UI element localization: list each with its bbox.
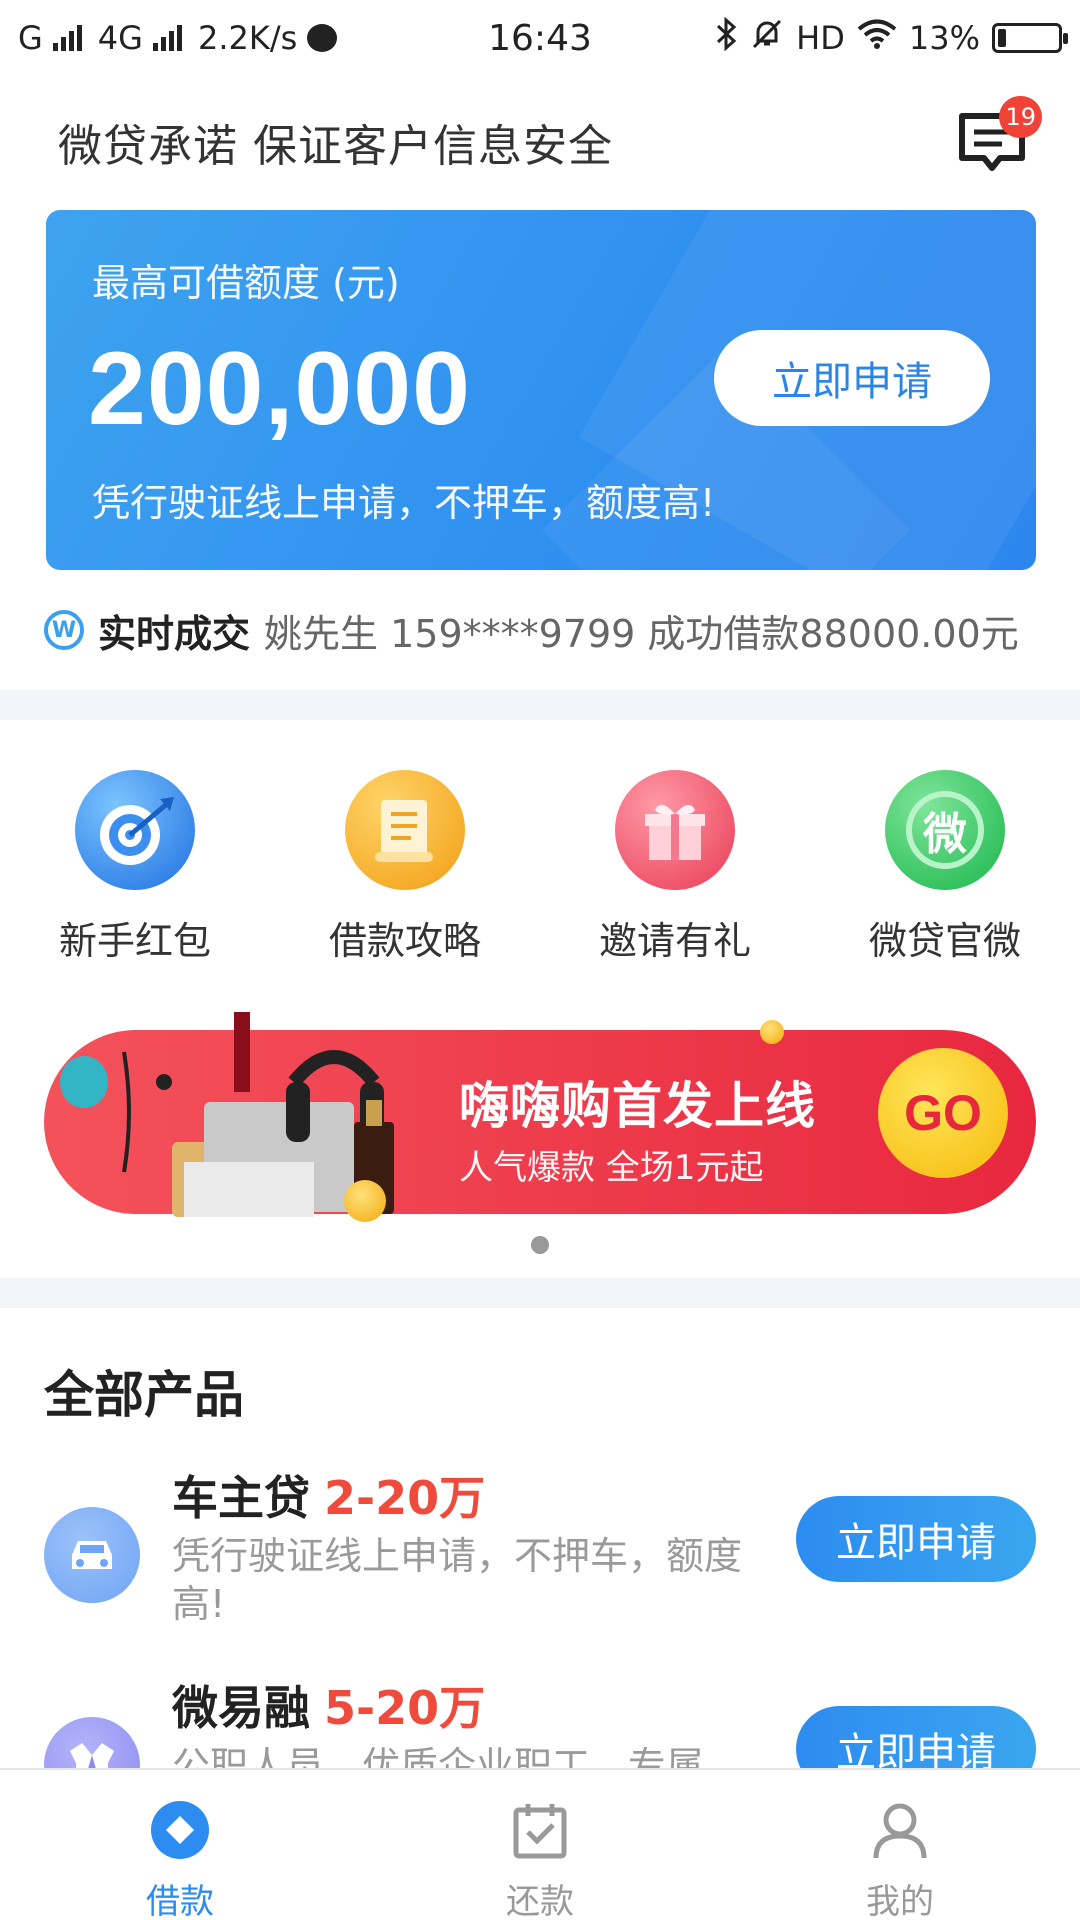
loan-icon xyxy=(148,1800,212,1860)
chat-notification-icon xyxy=(307,24,338,52)
wifi-icon xyxy=(857,18,897,58)
hd-label: HD xyxy=(796,19,845,57)
header: 微贷承诺 保证客户信息安全 19 xyxy=(0,92,1080,192)
apply-now-button[interactable]: 立即申请 xyxy=(714,330,990,426)
wechat-icon: 微 xyxy=(885,770,1005,890)
scroll-icon xyxy=(345,770,465,890)
quick-link-label: 借款攻略 xyxy=(328,919,481,963)
coin-decoration xyxy=(760,1020,784,1044)
target-icon xyxy=(75,770,195,890)
quick-link-official-weibo[interactable]: 微 微贷官微 xyxy=(810,770,1080,965)
tab-repay[interactable]: 还款 xyxy=(360,1770,720,1920)
bottom-tab-bar: 借款 还款 我的 xyxy=(0,1768,1080,1920)
section-divider xyxy=(0,690,1080,720)
bluetooth-icon xyxy=(716,16,738,59)
network-label: 4G xyxy=(97,19,143,57)
product-range: 5-20万 xyxy=(324,1681,486,1735)
battery-icon xyxy=(992,23,1068,53)
quick-link-label: 新手红包 xyxy=(58,919,211,963)
product-apply-button[interactable]: 立即申请 xyxy=(796,1496,1036,1582)
car-icon xyxy=(44,1507,140,1603)
quick-link-invite[interactable]: 邀请有礼 xyxy=(540,770,810,965)
coin-decoration xyxy=(344,1180,386,1222)
status-right: HD 13% xyxy=(642,16,1068,59)
quick-link-newbie-bonus[interactable]: 新手红包 xyxy=(0,770,270,965)
quick-link-label: 邀请有礼 xyxy=(598,919,751,963)
live-deals-ticker[interactable]: W 实时成交 姚先生 159****9799 成功借款88000.00元 xyxy=(44,600,1044,660)
ticker-text: 姚先生 159****9799 成功借款88000.00元 xyxy=(264,611,1019,656)
credit-limit-card: 最高可借额度 (元) 200,000 凭行驶证线上申请，不押车，额度高! 立即申… xyxy=(46,210,1036,570)
battery-percent: 13% xyxy=(908,19,980,57)
mute-bell-icon xyxy=(750,17,784,59)
status-left: G 4G 2.2K/s xyxy=(18,19,438,57)
user-icon xyxy=(868,1800,932,1860)
ticker-label: 实时成交 xyxy=(98,611,251,656)
carrier-label: G xyxy=(18,19,43,57)
tab-label: 还款 xyxy=(506,1882,574,1920)
tab-loan[interactable]: 借款 xyxy=(0,1770,360,1920)
promo-banner[interactable]: 嗨嗨购首发上线 人气爆款 全场1元起 GO xyxy=(44,1012,1036,1222)
brand-logo-icon: W xyxy=(44,610,84,650)
network-speed: 2.2K/s xyxy=(197,19,298,57)
tab-label: 借款 xyxy=(146,1882,214,1920)
quick-link-label: 微贷官微 xyxy=(868,919,1021,963)
carousel-indicator[interactable] xyxy=(531,1236,549,1254)
tab-label: 我的 xyxy=(866,1882,934,1920)
message-button[interactable]: 19 xyxy=(952,96,1042,182)
signal-icon-2 xyxy=(152,25,182,51)
message-badge: 19 xyxy=(999,96,1042,138)
product-description: 凭行驶证线上申请，不押车，额度高! xyxy=(172,1534,743,1626)
calendar-check-icon xyxy=(508,1800,572,1860)
page-title: 微贷承诺 保证客户信息安全 xyxy=(58,121,613,172)
product-item[interactable]: 车主贷 2-20万 凭行驶证线上申请，不押车，额度高! 立即申请 xyxy=(44,1462,1036,1662)
credit-limit-description: 凭行驶证线上申请，不押车，额度高! xyxy=(92,481,716,525)
clock: 16:43 xyxy=(488,17,592,59)
tab-mine[interactable]: 我的 xyxy=(720,1770,1080,1920)
section-divider xyxy=(0,1278,1080,1308)
products-section-title: 全部产品 xyxy=(44,1366,244,1424)
gift-icon xyxy=(615,770,735,890)
product-name-row: 车主贷 2-20万 xyxy=(172,1462,485,1528)
status-bar: G 4G 2.2K/s 16:43 HD 13% xyxy=(0,0,1080,76)
product-range: 2-20万 xyxy=(324,1471,486,1525)
product-name: 车主贷 xyxy=(172,1471,310,1525)
promo-subtitle: 人气爆款 全场1元起 xyxy=(459,1148,764,1188)
signal-icon xyxy=(52,25,82,51)
go-button[interactable]: GO xyxy=(878,1048,1008,1178)
quick-link-loan-guide[interactable]: 借款攻略 xyxy=(270,770,540,965)
credit-limit-amount: 200,000 xyxy=(88,331,471,447)
product-name-row: 微易融 5-20万 xyxy=(172,1672,485,1738)
promo-title: 嗨嗨购首发上线 xyxy=(459,1077,816,1135)
quick-links: 新手红包 借款攻略 邀请有礼 微 微贷官微 xyxy=(0,770,1080,965)
credit-limit-label: 最高可借额度 (元) xyxy=(92,261,400,305)
product-name: 微易融 xyxy=(172,1681,310,1735)
official-account-glyph: 微 xyxy=(923,809,967,860)
